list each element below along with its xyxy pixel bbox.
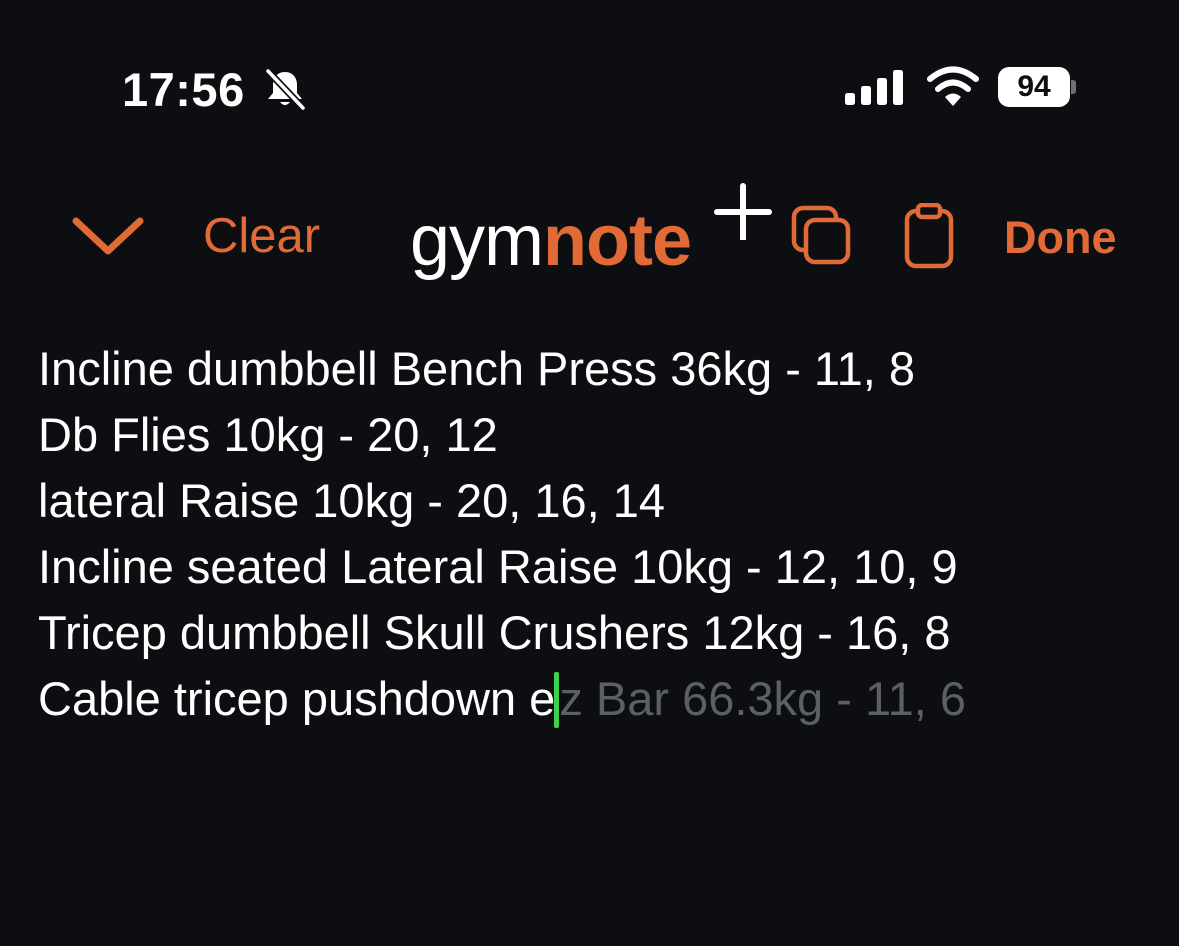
plus-icon <box>714 183 772 240</box>
gymnote-logo: gymnote <box>410 178 772 288</box>
bell-slash-icon <box>265 68 306 110</box>
logo-note-text: note <box>543 201 692 281</box>
app-screen: 17:56 94 Clear gymnote Done Incline dumb… <box>0 0 1179 946</box>
current-note-line[interactable]: Cable tricep pushdown ez Bar 66.3kg - 11… <box>38 666 1148 732</box>
note-line[interactable]: Tricep dumbbell Skull Crushers 12kg - 16… <box>38 600 1148 666</box>
done-button[interactable]: Done <box>1004 208 1117 268</box>
chevron-down-icon[interactable] <box>66 207 150 267</box>
clear-button[interactable]: Clear <box>203 206 320 266</box>
battery-level: 94 <box>998 67 1070 107</box>
clipboard-icon[interactable] <box>903 203 955 269</box>
note-line[interactable]: lateral Raise 10kg - 20, 16, 14 <box>38 468 1148 534</box>
wifi-icon <box>927 66 979 106</box>
copy-icon[interactable] <box>790 204 854 268</box>
logo-wordmark: gymnote <box>410 196 692 286</box>
status-time: 17:56 <box>122 63 245 116</box>
typed-text: Cable tricep pushdown e <box>38 672 556 725</box>
battery-indicator: 94 <box>998 67 1076 107</box>
note-line[interactable]: Db Flies 10kg - 20, 12 <box>38 402 1148 468</box>
note-line[interactable]: Incline seated Lateral Raise 10kg - 12, … <box>38 534 1148 600</box>
battery-tip <box>1071 80 1076 94</box>
note-line[interactable]: Incline dumbbell Bench Press 36kg - 11, … <box>38 336 1148 402</box>
cellular-signal-icon <box>845 70 903 105</box>
text-caret <box>554 671 560 728</box>
autocomplete-suggestion[interactable]: z Bar 66.3kg - 11, 6 <box>559 672 966 725</box>
logo-gym-text: gym <box>410 201 544 281</box>
note-editor[interactable]: Incline dumbbell Bench Press 36kg - 11, … <box>38 336 1148 732</box>
